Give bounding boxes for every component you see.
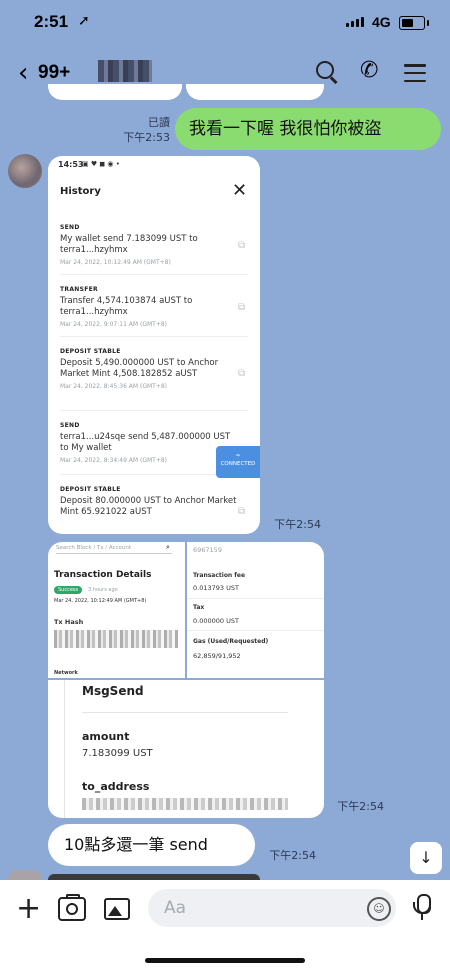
history-screenshot-image[interactable]: 14:53 ▣ ♥ ◼ ◉ • History ✕ SEND My wallet…: [48, 156, 260, 534]
text-time: 下午2:54: [269, 849, 316, 862]
emoji-icon[interactable]: ☺: [367, 897, 391, 921]
tx-title: Transaction Details: [54, 570, 152, 580]
history-title: History: [60, 186, 101, 197]
to-address-label: to_address: [82, 780, 150, 793]
tax-label: Tax: [193, 604, 205, 611]
to-address-redacted: [82, 798, 288, 810]
tx-hash-redacted: [54, 630, 178, 648]
signal-icon: [346, 17, 364, 27]
battery-icon: [399, 16, 429, 30]
tx-details-image[interactable]: Search Block / Tx / Account ⌕ Transactio…: [48, 542, 185, 678]
scroll-down-icon[interactable]: ↓: [410, 842, 442, 874]
gas-label: Gas (Used/Requested): [193, 638, 269, 645]
status-time: 2:51: [34, 12, 69, 31]
plus-icon[interactable]: +: [16, 894, 41, 924]
success-badge: Success: [54, 586, 83, 594]
screenshot-status-icons: ▣ ♥ ◼ ◉ •: [82, 160, 120, 168]
tx-block: 6967159: [193, 546, 222, 554]
unread-count[interactable]: 99+: [38, 62, 70, 84]
previous-image-bubble[interactable]: [48, 84, 182, 100]
search-icon: ⌕: [166, 543, 170, 551]
network-label: Network: [54, 670, 78, 676]
external-link-icon: ⧉: [238, 240, 246, 251]
search-icon[interactable]: [315, 60, 341, 86]
tax-value: 0.000000 UST: [193, 617, 239, 625]
phone-icon[interactable]: ✆: [360, 58, 378, 83]
image-icon[interactable]: [104, 898, 130, 920]
tx-date: Mar 24, 2022, 10:12:49 AM (GMT+8): [54, 598, 147, 604]
history-entry: DEPOSIT STABLE Deposit 80.000000 UST to …: [60, 486, 237, 517]
avatar[interactable]: [8, 154, 42, 188]
fee-label: Transaction fee: [193, 572, 246, 579]
history-entry: TRANSFER Transfer 4,574.103874 aUST to t…: [60, 286, 193, 328]
avatar: [8, 870, 42, 880]
tx-time: 下午2:54: [337, 800, 384, 813]
close-icon: ✕: [232, 180, 248, 201]
microphone-icon[interactable]: [411, 894, 433, 924]
amount-value: 7.183099 UST: [82, 748, 153, 759]
tx-hash-label: Tx Hash: [54, 618, 84, 626]
screenshot-status-time: 14:53: [58, 160, 84, 169]
msgsend-image[interactable]: MsgSend amount 7.183099 UST to_address: [48, 680, 324, 818]
location-icon: ➚: [78, 13, 90, 29]
history-time: 下午2:54: [274, 518, 321, 531]
external-link-icon: ⧉: [238, 506, 246, 517]
sent-message-bubble[interactable]: 我看一下喔 我很怕你被盜: [175, 108, 441, 150]
history-entry: SEND terra1...u24sqe send 5,487.000000 U…: [60, 422, 231, 464]
received-message-bubble[interactable]: 10點多還一筆 send: [48, 824, 255, 866]
external-link-icon: ⧉: [238, 368, 246, 379]
menu-icon[interactable]: [404, 64, 426, 82]
message-input[interactable]: Aa: [148, 889, 396, 927]
external-link-icon: ⧉: [238, 302, 246, 313]
tx-ago: 3 hours ago: [88, 587, 118, 593]
read-receipt: 已讀: [148, 116, 170, 129]
history-entry: SEND My wallet send 7.183099 UST to terr…: [60, 224, 198, 266]
fee-value: 0.013793 UST: [193, 584, 239, 592]
tx-fee-image[interactable]: 6967159 Transaction fee 0.013793 UST Tax…: [187, 542, 324, 678]
camera-icon[interactable]: [58, 894, 86, 921]
home-indicator: [145, 958, 305, 963]
gas-value: 62,859/91,952: [193, 652, 241, 660]
network-label: 4G: [372, 14, 391, 30]
chat-name-redacted: [98, 60, 152, 82]
previous-image-bubble[interactable]: [186, 84, 324, 100]
history-entry: DEPOSIT STABLE Deposit 5,490.000000 UST …: [60, 348, 219, 390]
msg-label: MsgSend: [82, 684, 144, 698]
connected-badge: ≈ CONNECTED: [216, 446, 260, 478]
amount-label: amount: [82, 730, 130, 743]
tx-search-field: Search Block / Tx / Account: [56, 545, 172, 554]
sent-time: 下午2:53: [123, 131, 170, 144]
back-icon[interactable]: ‹: [18, 58, 28, 88]
